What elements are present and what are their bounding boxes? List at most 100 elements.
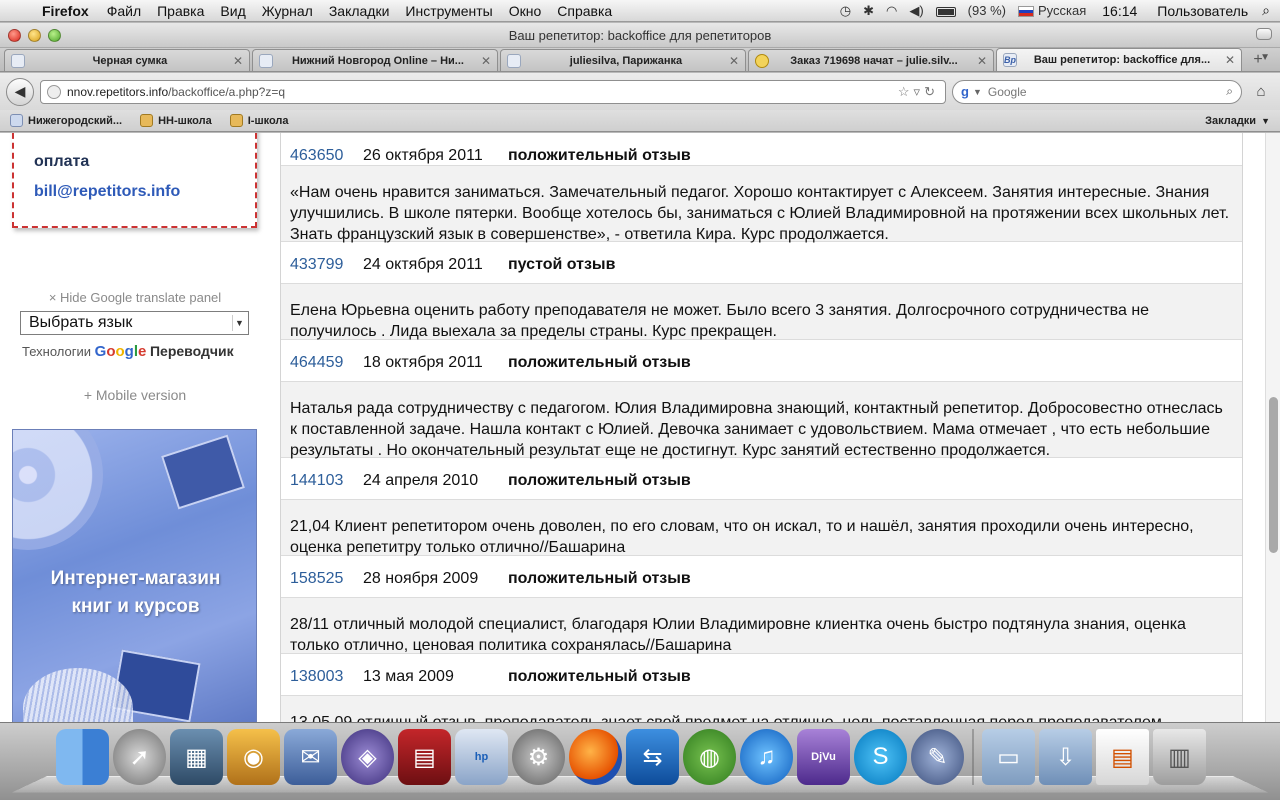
review-id-link[interactable]: 433799 bbox=[290, 256, 363, 283]
language-select-value: Выбрать язык bbox=[29, 314, 133, 331]
downloads-folder-icon[interactable]: ⇩ bbox=[1039, 729, 1092, 785]
folder-icon bbox=[140, 114, 154, 127]
google-search-engine-icon[interactable]: g bbox=[961, 84, 969, 99]
review-id-link[interactable]: 144103 bbox=[290, 472, 363, 499]
launchpad-icon[interactable]: ➚ bbox=[113, 729, 166, 785]
review-date: 24 апреля 2010 bbox=[363, 472, 479, 489]
menu-history[interactable]: Журнал bbox=[254, 3, 321, 19]
menu-file[interactable]: Файл bbox=[99, 3, 149, 19]
bookmark-item[interactable]: Нижегородский... bbox=[10, 114, 122, 127]
djvu-reader-icon[interactable]: DjVu bbox=[797, 729, 850, 785]
scrollbar-thumb[interactable] bbox=[1269, 397, 1278, 553]
review-id-link[interactable]: 138003 bbox=[290, 668, 363, 695]
bookmarks-menu-button[interactable]: Закладки ▼ bbox=[1200, 115, 1270, 127]
tab-3[interactable]: juliesilva, Парижанка ✕ bbox=[500, 49, 746, 71]
menu-edit[interactable]: Правка bbox=[149, 3, 212, 19]
close-tab-icon[interactable]: ✕ bbox=[729, 54, 739, 68]
page-icon bbox=[259, 53, 273, 68]
zoom-window-button[interactable] bbox=[48, 29, 61, 42]
menu-bookmarks[interactable]: Закладки bbox=[321, 3, 398, 19]
volume-icon[interactable]: ◀) bbox=[903, 3, 929, 19]
search-input[interactable]: Google bbox=[988, 85, 1226, 99]
url-domain: nnov.repetitors.info bbox=[67, 84, 169, 99]
menu-help[interactable]: Справка bbox=[549, 3, 620, 19]
close-tab-icon[interactable]: ✕ bbox=[481, 54, 491, 68]
url-bar[interactable]: nnov.repetitors.info/backoffice/a.php?z=… bbox=[40, 79, 946, 104]
search-engine-dropdown-icon[interactable]: ▼ bbox=[973, 87, 982, 97]
review-type: положительный отзыв bbox=[508, 354, 691, 371]
menu-window[interactable]: Окно bbox=[501, 3, 550, 19]
teamviewer-icon[interactable]: ⇆ bbox=[626, 729, 679, 785]
battery-icon[interactable] bbox=[930, 3, 962, 18]
bluetooth-icon[interactable]: ✱ bbox=[857, 3, 880, 19]
review-id-link[interactable]: 158525 bbox=[290, 570, 363, 597]
minimize-window-button[interactable] bbox=[28, 29, 41, 42]
close-tab-icon[interactable]: ✕ bbox=[233, 54, 243, 68]
input-source[interactable]: Русская bbox=[1012, 3, 1092, 18]
review-header: 464459 18 октября 2011 положительный отз… bbox=[281, 340, 1242, 382]
photo-booth-icon[interactable]: ▤ bbox=[398, 729, 451, 785]
close-tab-icon[interactable]: ✕ bbox=[977, 54, 987, 68]
clock[interactable]: 16:14 bbox=[1092, 3, 1147, 19]
disc-image bbox=[13, 430, 103, 550]
turtle-app-icon[interactable]: ◍ bbox=[683, 729, 736, 785]
menu-view[interactable]: Вид bbox=[212, 3, 253, 19]
chevron-down-icon: ▼ bbox=[1261, 115, 1270, 126]
applications-folder-icon[interactable]: ▭ bbox=[982, 729, 1035, 785]
navigation-toolbar: ◀ nnov.repetitors.info/backoffice/a.php?… bbox=[0, 73, 1280, 110]
review-id-link[interactable]: 464459 bbox=[290, 354, 363, 381]
back-button[interactable]: ◀ bbox=[6, 77, 34, 106]
banner-text: Интернет-магазин книг и курсов bbox=[13, 565, 256, 621]
mission-control-icon[interactable]: ▦ bbox=[170, 729, 223, 785]
tab-1[interactable]: Черная сумка ✕ bbox=[4, 49, 250, 71]
close-tab-icon[interactable]: ✕ bbox=[1225, 53, 1235, 67]
tab-5-active[interactable]: Bp Ваш репетитор: backoffice для... ✕ bbox=[996, 48, 1242, 71]
search-bar[interactable]: g ▼ Google ⌕ bbox=[952, 79, 1242, 104]
time-machine-icon[interactable]: ◷ bbox=[834, 3, 857, 19]
review-text: Елена Юрьевна оценить работу преподавате… bbox=[281, 284, 1242, 340]
close-window-button[interactable] bbox=[8, 29, 21, 42]
search-icon[interactable]: ⌕ bbox=[1226, 84, 1233, 99]
wifi-icon[interactable]: ◠ bbox=[880, 3, 903, 19]
tab-4[interactable]: Заказ 719698 начат – julie.silv... ✕ bbox=[748, 49, 994, 71]
translate-product-link[interactable]: Переводчик bbox=[150, 343, 234, 359]
toolbar-toggle-button[interactable] bbox=[1256, 28, 1272, 40]
site-identity-icon[interactable] bbox=[47, 84, 61, 99]
tab-2[interactable]: Нижний Новгород Online – Ни... ✕ bbox=[252, 49, 498, 71]
page-scrollbar[interactable] bbox=[1265, 133, 1280, 723]
bookmark-star-icon[interactable]: ☆▿ bbox=[898, 84, 924, 100]
review-type: пустой отзыв bbox=[508, 256, 616, 273]
finder-icon[interactable] bbox=[56, 729, 109, 785]
trash-icon[interactable]: ▥ bbox=[1153, 729, 1206, 785]
review-date: 24 октября 2011 bbox=[363, 256, 483, 273]
mobile-version-link[interactable]: + Mobile version bbox=[0, 387, 270, 403]
menu-tools[interactable]: Инструменты bbox=[397, 3, 500, 19]
tab-list-chevron-icon[interactable]: ▼ bbox=[1260, 52, 1270, 63]
firefox-icon[interactable] bbox=[569, 729, 622, 785]
hp-printer-icon[interactable]: hp bbox=[455, 729, 508, 785]
reload-icon[interactable]: ↻ bbox=[924, 84, 939, 100]
language-select[interactable]: Выбрать язык ▼ bbox=[20, 311, 249, 335]
system-preferences-icon[interactable]: ⚙ bbox=[512, 729, 565, 785]
preview-icon[interactable]: ◈ bbox=[341, 729, 394, 785]
itunes-icon[interactable]: ♫ bbox=[740, 729, 793, 785]
script-editor-icon[interactable]: ✎ bbox=[911, 729, 964, 785]
page-content: оплата bill@repetitors.info × Hide Googl… bbox=[0, 133, 1280, 723]
document-stack-icon[interactable]: ▤ bbox=[1096, 729, 1149, 785]
skype-icon[interactable]: S bbox=[854, 729, 907, 785]
spotlight-icon[interactable]: ⌕ bbox=[1258, 2, 1280, 19]
mail-stamp-icon[interactable]: ✉ bbox=[284, 729, 337, 785]
home-button[interactable]: ⌂ bbox=[1248, 80, 1274, 104]
app-menu[interactable]: Firefox bbox=[38, 3, 99, 19]
shop-banner[interactable]: Интернет-магазин книг и курсов bbox=[12, 429, 257, 723]
tab-label: Ваш репетитор: backoffice для... bbox=[1033, 54, 1211, 66]
bookmark-item[interactable]: I-школа bbox=[229, 114, 289, 127]
user-menu[interactable]: Пользователь bbox=[1147, 3, 1258, 19]
review-id-link[interactable]: 463650 bbox=[290, 147, 363, 165]
iphoto-icon[interactable]: ◉ bbox=[227, 729, 280, 785]
bookmark-item[interactable]: НН-школа bbox=[140, 114, 212, 127]
billing-email-link[interactable]: bill@repetitors.info bbox=[34, 183, 255, 201]
back-arrow-icon: ◀ bbox=[14, 83, 26, 99]
url-text: nnov.repetitors.info/backoffice/a.php?z=… bbox=[67, 85, 898, 99]
hide-translate-panel-link[interactable]: × Hide Google translate panel bbox=[0, 290, 270, 305]
